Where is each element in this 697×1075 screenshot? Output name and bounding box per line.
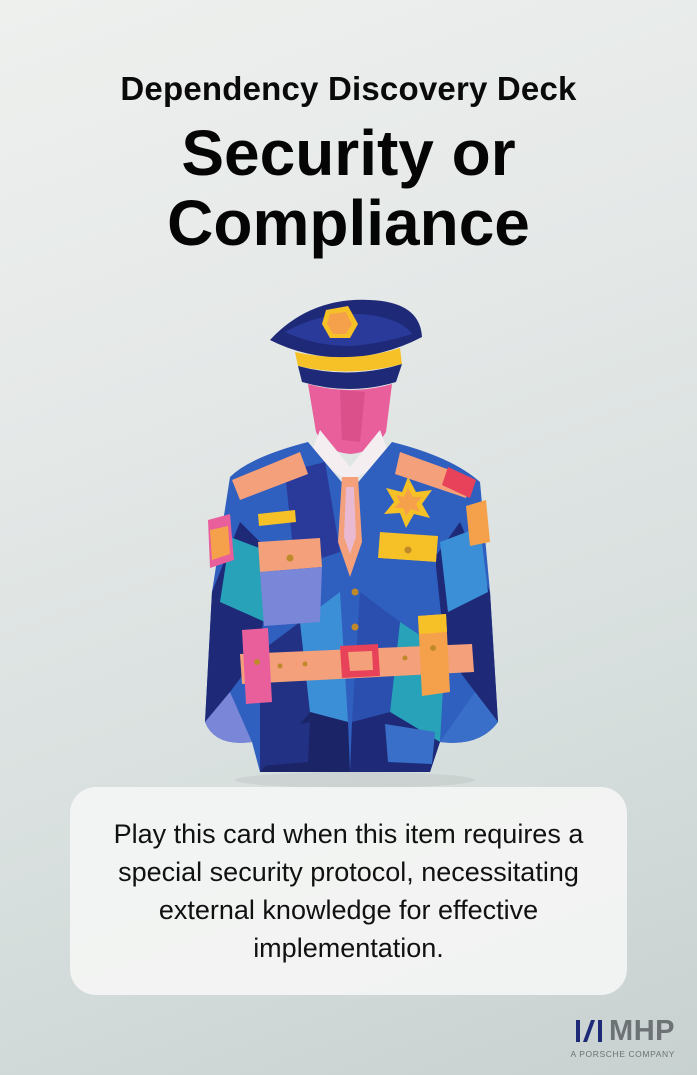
card: Dependency Discovery Deck Security or Co… xyxy=(0,0,697,1075)
card-title-text: Security or Compliance xyxy=(167,117,530,259)
mhp-logo-icon xyxy=(576,1020,603,1042)
police-officer-illustration xyxy=(205,299,498,788)
description-text: Play this card when this item requires a… xyxy=(113,819,584,963)
logo-row: MHP xyxy=(565,1016,675,1046)
card-title: Security or Compliance xyxy=(0,118,697,258)
mhp-logo: MHP A PORSCHE COMPANY xyxy=(565,1016,675,1062)
description-box: Play this card when this item requires a… xyxy=(70,787,627,995)
deck-title: Dependency Discovery Deck xyxy=(120,70,577,107)
logo-subtitle: A PORSCHE COMPANY xyxy=(570,1049,675,1059)
logo-text: MHP xyxy=(609,1015,675,1047)
cap-icon xyxy=(270,299,422,389)
